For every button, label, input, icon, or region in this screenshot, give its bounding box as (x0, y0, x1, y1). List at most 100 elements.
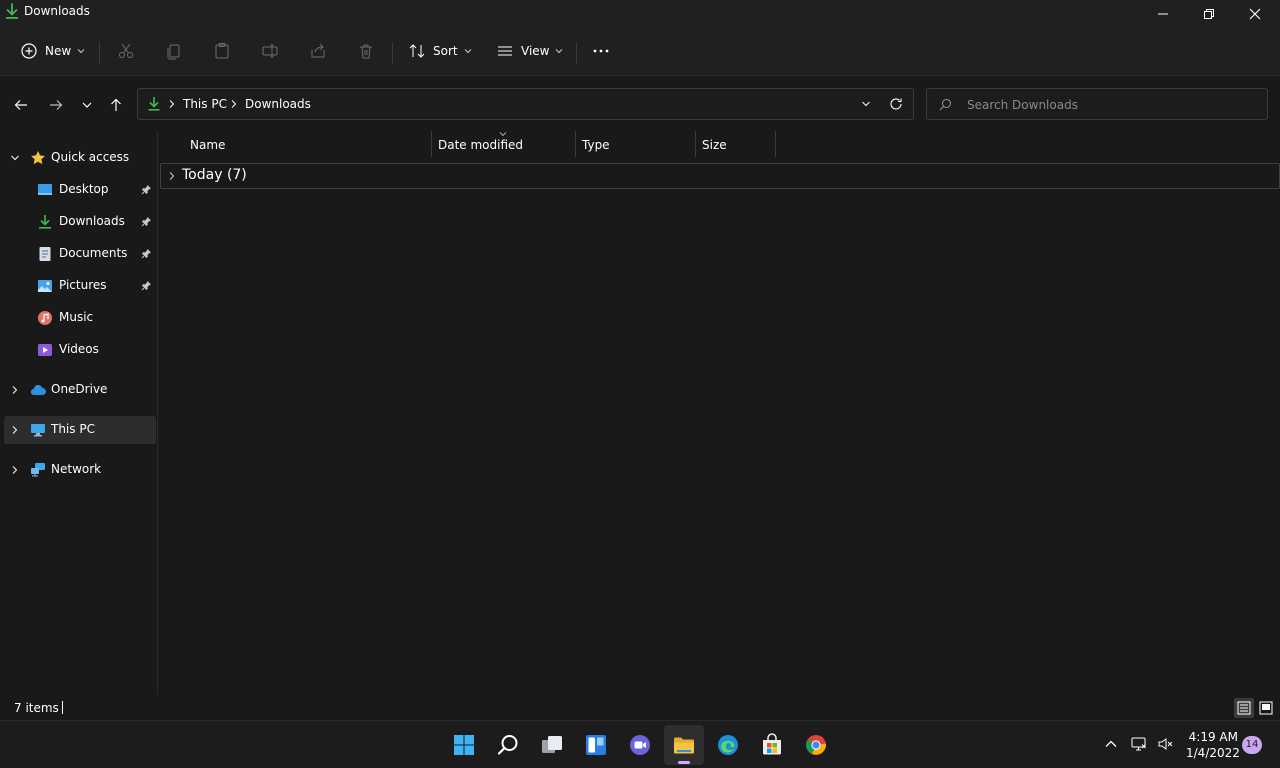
divider (99, 42, 100, 64)
copy-icon (167, 44, 180, 60)
more-options-button[interactable] (592, 36, 610, 66)
file-explorer-taskbar-button[interactable] (664, 725, 704, 765)
sidebar-item-quick-access[interactable]: Quick access (4, 144, 156, 172)
show-hidden-icons-button[interactable] (1102, 735, 1120, 753)
sidebar-item-label: OneDrive (51, 382, 108, 396)
sidebar-item-network[interactable]: Network (4, 456, 156, 484)
edge-button[interactable] (708, 725, 748, 765)
volume-button[interactable] (1156, 735, 1174, 753)
column-header-label: Type (582, 138, 610, 152)
taskbar-search-button[interactable] (488, 725, 528, 765)
trash-icon (360, 44, 372, 59)
back-button[interactable] (11, 95, 31, 115)
sidebar-item-documents[interactable]: Documents (4, 240, 156, 268)
copy-button[interactable] (165, 36, 183, 66)
search-box (926, 88, 1268, 120)
store-button[interactable] (752, 725, 792, 765)
clock-date: 1/4/2022 (1186, 746, 1240, 760)
paste-button[interactable] (213, 36, 231, 66)
restore-icon (1204, 9, 1214, 19)
breadcrumb-downloads[interactable]: Downloads (245, 97, 311, 111)
active-indicator (678, 761, 690, 764)
sidebar-item-onedrive[interactable]: OneDrive (4, 376, 156, 404)
column-header-name[interactable]: Name (159, 131, 431, 159)
share-button[interactable] (309, 36, 327, 66)
arrow-left-icon (14, 100, 27, 110)
chevron-right-icon[interactable] (167, 171, 177, 181)
group-label: Today (7) (182, 167, 247, 183)
downloads-icon (6, 3, 18, 19)
column-resize-handle[interactable] (775, 131, 776, 157)
new-label: New (45, 44, 72, 58)
cloud-icon (30, 385, 46, 396)
pin-icon[interactable] (141, 280, 152, 291)
sidebar-item-videos[interactable]: Videos (4, 336, 156, 364)
sidebar-item-label: Music (59, 310, 94, 324)
sidebar-item-this-pc[interactable]: This PC (4, 416, 156, 444)
up-button[interactable] (106, 95, 126, 115)
chevron-right-icon[interactable] (10, 425, 20, 435)
tiles-view-button[interactable] (1256, 698, 1276, 718)
column-header-label: Date modified (438, 138, 524, 152)
forward-button[interactable] (46, 95, 66, 115)
pictures-icon (38, 280, 52, 292)
pin-icon[interactable] (141, 216, 152, 227)
restore-button[interactable] (1186, 0, 1232, 28)
sidebar-item-label: Videos (59, 342, 99, 356)
task-view-button[interactable] (532, 725, 572, 765)
status-bar: 7 items (0, 694, 1280, 720)
view-button[interactable]: View (496, 36, 563, 66)
widgets-button[interactable] (576, 725, 616, 765)
column-header-type[interactable]: Type (576, 131, 695, 159)
sidebar-item-label: This PC (51, 422, 95, 436)
sidebar-item-label: Desktop (59, 182, 109, 196)
chevron-down-icon[interactable] (861, 99, 871, 109)
start-button[interactable] (444, 725, 484, 765)
widgets-icon (586, 735, 606, 755)
column-header-date-modified[interactable]: Date modified (432, 131, 575, 159)
sort-label: Sort (433, 44, 458, 58)
address-bar[interactable]: This PC Downloads (137, 88, 914, 120)
column-header-label: Size (702, 138, 727, 152)
documents-icon (39, 247, 51, 261)
delete-button[interactable] (357, 36, 375, 66)
sort-button[interactable]: Sort (408, 36, 472, 66)
pin-icon[interactable] (141, 248, 152, 259)
cut-button[interactable] (117, 36, 135, 66)
search-input[interactable] (967, 96, 1257, 114)
chevron-up-icon (1105, 740, 1117, 747)
teams-chat-button[interactable] (620, 725, 660, 765)
pin-icon[interactable] (141, 184, 152, 195)
tiles-view-icon (1259, 701, 1273, 715)
chrome-button[interactable] (796, 725, 836, 765)
sidebar-item-label: Downloads (59, 214, 125, 228)
new-button[interactable]: New (20, 36, 85, 66)
chevron-right-icon[interactable] (10, 465, 20, 475)
sidebar-item-pictures[interactable]: Pictures (4, 272, 156, 300)
minimize-icon (1158, 13, 1168, 15)
minimize-button[interactable] (1140, 0, 1186, 28)
sidebar-item-downloads[interactable]: Downloads (4, 208, 156, 236)
recent-locations-button[interactable] (77, 95, 97, 115)
navigation-pane: Quick access Desktop Downloads Documents… (0, 131, 158, 694)
rename-button[interactable] (261, 36, 279, 66)
share-icon (311, 43, 325, 58)
details-view-button[interactable] (1234, 698, 1254, 718)
chevron-right-icon[interactable] (10, 385, 20, 395)
sidebar-item-music[interactable]: Music (4, 304, 156, 332)
group-header-today[interactable]: Today (7) (160, 163, 1280, 189)
chevron-down-icon[interactable] (10, 153, 20, 163)
more-icon (593, 49, 609, 53)
computer-icon (31, 424, 45, 437)
network-status-button[interactable] (1130, 735, 1148, 753)
scissors-icon (119, 43, 133, 58)
notification-badge[interactable]: 14 (1242, 736, 1262, 754)
task-view-icon (542, 736, 562, 753)
breadcrumb-this-pc[interactable]: This PC (183, 97, 227, 111)
close-button[interactable] (1232, 0, 1278, 28)
sidebar-item-desktop[interactable]: Desktop (4, 176, 156, 204)
clock[interactable]: 4:19 AM 1/4/2022 (1186, 729, 1240, 761)
divider (392, 42, 393, 64)
refresh-icon[interactable] (889, 97, 903, 111)
column-header-size[interactable]: Size (696, 131, 775, 159)
